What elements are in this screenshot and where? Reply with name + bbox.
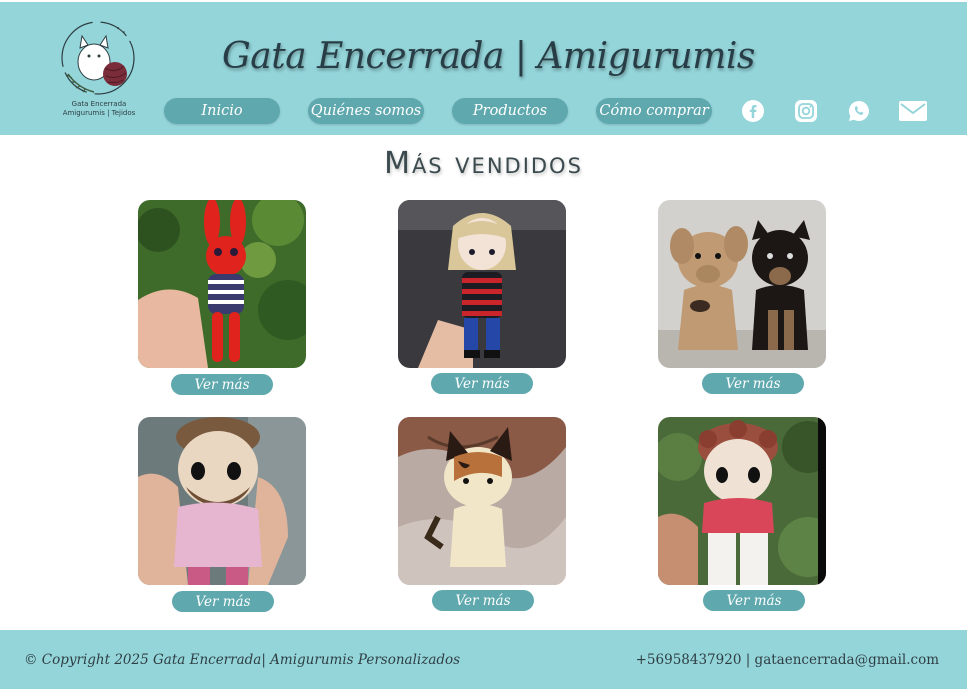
ver-mas-button-1[interactable]: Ver más (171, 374, 273, 395)
nav-productos[interactable]: Productos (452, 98, 568, 124)
instagram-icon[interactable] (793, 98, 819, 124)
logo-caption-line1: Gata Encerrada (71, 100, 127, 108)
whatsapp-icon[interactable] (846, 98, 872, 124)
product-image-blonde-doll[interactable] (398, 200, 566, 368)
site-footer: © Copyright 2025 Gata Encerrada| Amiguru… (0, 630, 967, 689)
nav-como-comprar[interactable]: Cómo comprar (596, 98, 712, 124)
ver-mas-button-5[interactable]: Ver más (432, 590, 534, 611)
product-image-curly-hair-doll[interactable] (658, 417, 826, 585)
ver-mas-button-3[interactable]: Ver más (702, 373, 804, 394)
ver-mas-button-6[interactable]: Ver más (703, 590, 805, 611)
product-image-red-bunny[interactable] (138, 200, 306, 368)
product-image-two-dogs[interactable] (658, 200, 826, 368)
ver-mas-button-2[interactable]: Ver más (431, 373, 533, 394)
product-image-bearded-man[interactable] (138, 417, 306, 585)
logo-caption-line2: Amigurumis | Tejidos (62, 109, 136, 117)
site-title: Gata Encerrada | Amigurumis (222, 36, 755, 77)
ver-mas-button-4[interactable]: Ver más (172, 591, 274, 612)
footer-contact[interactable]: +56958437920 | gataencerrada@gmail.com (636, 652, 939, 668)
logo-caption: Gata Encerrada Amigurumis | Tejidos (54, 100, 144, 118)
footer-copyright: © Copyright 2025 Gata Encerrada| Amiguru… (24, 652, 461, 668)
nav-quienes-somos[interactable]: Quiénes somos (308, 98, 424, 124)
facebook-icon[interactable] (740, 98, 766, 124)
section-title: Más vendidos (384, 146, 583, 181)
nav-inicio[interactable]: Inicio (164, 98, 280, 124)
mail-icon[interactable] (898, 98, 928, 124)
brand-logo[interactable]: Gata Encerrada Amigurumis | Tejidos (54, 14, 142, 122)
site-header: Gata Encerrada Amigurumis | Tejidos Gata… (0, 0, 967, 135)
cat-yarn-logo-icon (61, 21, 135, 95)
product-image-calico-cat[interactable] (398, 417, 566, 585)
